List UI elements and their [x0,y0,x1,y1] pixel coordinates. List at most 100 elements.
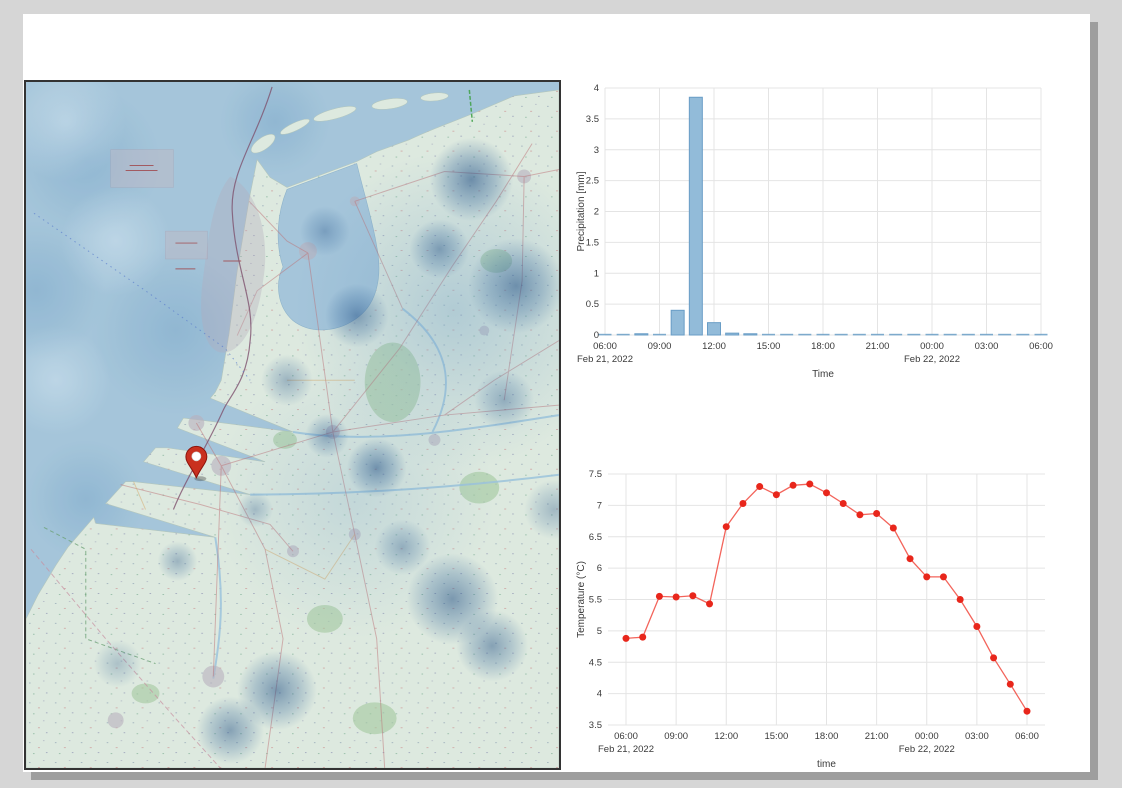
data-point[interactable] [656,593,663,600]
precipitation-chart[interactable]: 00.511.522.533.5406:0009:0012:0015:0018:… [575,80,1065,385]
bar[interactable] [744,334,757,335]
bar-zero[interactable] [926,334,939,336]
data-point[interactable] [957,596,964,603]
y-axis-title: Temperature (°C) [576,561,587,638]
data-point[interactable] [790,482,797,489]
y-tick-label: 3 [594,145,599,156]
x-tick-label: 12:00 [702,341,726,352]
y-tick-label: 5.5 [589,595,602,606]
bar-zero[interactable] [653,334,666,336]
x-tick-label: 18:00 [815,731,839,742]
bar-zero[interactable] [798,334,811,336]
x-tick-label: 03:00 [975,341,999,352]
data-point[interactable] [856,511,863,518]
y-tick-label: 1.5 [586,237,599,248]
data-point[interactable] [706,600,713,607]
data-point[interactable] [739,500,746,507]
bar-zero[interactable] [1035,334,1048,336]
x-tick-label: 00:00 [920,341,944,352]
data-point[interactable] [890,524,897,531]
bar-zero[interactable] [599,334,612,336]
bar[interactable] [708,323,721,335]
bar[interactable] [689,97,702,335]
y-axis-title: Precipitation [mm] [576,171,587,251]
bar-zero[interactable] [998,334,1011,336]
x-axis-title: Time [812,369,834,380]
x-tick-label: 06:00 [1029,341,1053,352]
y-tick-label: 7.5 [589,469,602,480]
x-tick-label: 21:00 [865,731,889,742]
x-tick-label: 18:00 [811,341,835,352]
data-point[interactable] [990,654,997,661]
bar-zero[interactable] [889,334,902,336]
data-point[interactable] [689,592,696,599]
precipitation-gridlines [605,88,1041,335]
screen: 00.511.522.533.5406:0009:0012:0015:0018:… [0,0,1122,788]
y-tick-label: 3.5 [586,114,599,125]
y-tick-label: 4 [597,689,602,700]
data-point[interactable] [723,523,730,530]
bar-zero[interactable] [1016,334,1029,336]
x-date-label: Feb 22, 2022 [904,354,960,365]
bar-zero[interactable] [817,334,830,336]
bar-zero[interactable] [780,334,793,336]
y-tick-label: 7 [597,500,602,511]
x-tick-label: 09:00 [664,731,688,742]
x-tick-label: 06:00 [593,341,617,352]
bar[interactable] [726,333,739,335]
x-tick-label: 09:00 [648,341,672,352]
x-date-label: Feb 21, 2022 [598,744,654,755]
x-tick-label: 06:00 [614,731,638,742]
data-point[interactable] [973,623,980,630]
y-tick-label: 5 [597,626,602,637]
bar-zero[interactable] [617,334,630,336]
x-tick-label: 12:00 [714,731,738,742]
x-tick-label: 03:00 [965,731,989,742]
bar-zero[interactable] [853,334,866,336]
data-point[interactable] [773,491,780,498]
weather-map[interactable] [24,80,561,770]
data-point[interactable] [673,593,680,600]
x-date-label: Feb 21, 2022 [577,354,633,365]
x-tick-label: 21:00 [866,341,890,352]
y-tick-label: 4.5 [589,657,602,668]
bar-zero[interactable] [907,334,920,336]
bar-zero[interactable] [944,334,957,336]
temperature-gridlines [608,474,1045,725]
data-point[interactable] [907,555,914,562]
bar-zero[interactable] [962,334,975,336]
data-point[interactable] [823,489,830,496]
y-tick-label: 2 [594,207,599,218]
data-point[interactable] [639,634,646,641]
bar[interactable] [635,334,648,335]
x-axis-title: time [817,759,836,770]
bar-zero[interactable] [762,334,775,336]
data-point[interactable] [923,573,930,580]
data-point[interactable] [1007,681,1014,688]
x-tick-label: 15:00 [764,731,788,742]
data-point[interactable] [1024,708,1031,715]
data-point[interactable] [623,635,630,642]
y-tick-label: 6.5 [589,532,602,543]
data-point[interactable] [873,510,880,517]
bar-zero[interactable] [871,334,884,336]
data-point[interactable] [940,573,947,580]
weather-map-canvas[interactable] [26,82,559,768]
data-point[interactable] [840,500,847,507]
y-tick-label: 1 [594,268,599,279]
report-page: 00.511.522.533.5406:0009:0012:0015:0018:… [23,14,1090,772]
y-tick-label: 6 [597,563,602,574]
y-tick-label: 3.5 [589,720,602,731]
x-date-label: Feb 22, 2022 [899,744,955,755]
y-tick-label: 0 [594,330,599,341]
y-tick-label: 2.5 [586,176,599,187]
x-tick-label: 15:00 [757,341,781,352]
temperature-chart[interactable]: 3.5 4 4.5 5 5.5 6 6.5 7 7.5 06:00 09:00 12:00 15:00 1… [575,455,1075,772]
bar-zero[interactable] [835,334,848,336]
data-point[interactable] [806,481,813,488]
precipitation-overlay [26,82,559,768]
x-tick-label: 06:00 [1015,731,1039,742]
bar-zero[interactable] [980,334,993,336]
bar[interactable] [671,310,684,335]
data-point[interactable] [756,483,763,490]
